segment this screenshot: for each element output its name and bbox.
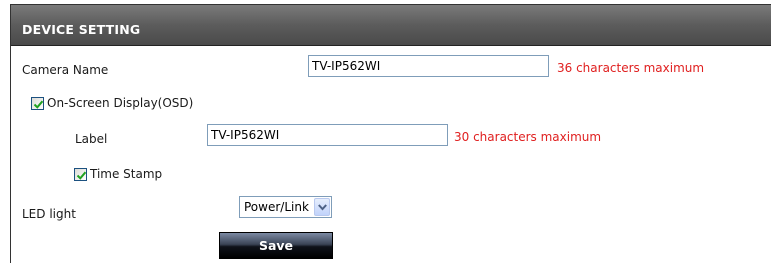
- osd-label-input[interactable]: [207, 124, 448, 146]
- save-button[interactable]: Save: [219, 232, 333, 259]
- led-light-label: LED light: [22, 207, 76, 221]
- time-stamp-label: Time Stamp: [90, 167, 163, 181]
- section-title: DEVICE SETTING: [22, 22, 141, 37]
- led-light-select[interactable]: Power/Link: [239, 196, 332, 218]
- osd-checkbox[interactable]: [31, 97, 44, 110]
- dropdown-arrow-button[interactable]: [314, 198, 330, 216]
- osd-label-hint: 30 characters maximum: [454, 130, 602, 144]
- checkmark-icon: [76, 171, 87, 180]
- camera-name-hint: 36 characters maximum: [557, 61, 705, 75]
- device-setting-panel: DEVICE SETTING Camera Name 36 characters…: [10, 4, 771, 263]
- osd-text-label: Label: [75, 132, 108, 146]
- chevron-down-icon: [318, 204, 327, 211]
- checkmark-icon: [33, 100, 44, 109]
- camera-name-label: Camera Name: [22, 63, 109, 77]
- time-stamp-checkbox[interactable]: [74, 168, 87, 181]
- osd-label: On-Screen Display(OSD): [47, 96, 194, 110]
- camera-name-input[interactable]: [308, 55, 549, 77]
- section-header: DEVICE SETTING: [11, 5, 771, 46]
- led-light-selected-value: Power/Link: [244, 200, 309, 214]
